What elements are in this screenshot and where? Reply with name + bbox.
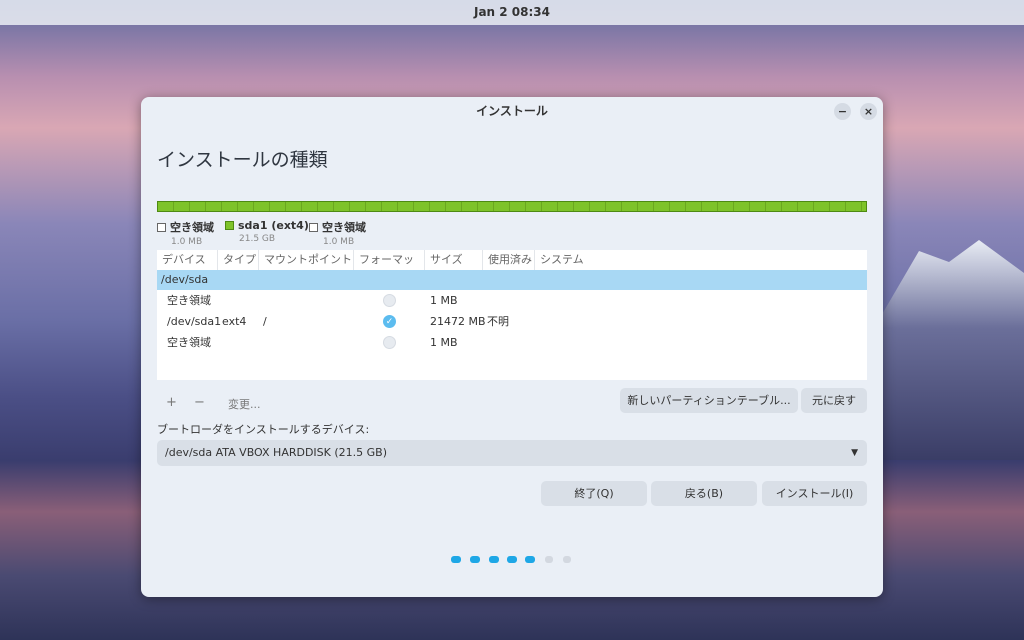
cell-size: 21472 MB — [430, 315, 486, 328]
legend-size: 21.5 GB — [239, 234, 276, 244]
col-mount[interactable]: マウントポイント — [259, 250, 354, 270]
swatch-icon — [157, 223, 166, 232]
legend-sda1: sda1 (ext4) 21.5 GB — [225, 219, 309, 244]
cell-size: 1 MB — [430, 336, 458, 349]
legend-label: sda1 (ext4) — [238, 219, 309, 232]
col-format[interactable]: フォーマット — [354, 250, 425, 286]
top-bar: Jan 2 08:34 — [0, 0, 1024, 25]
page-title: インストールの種類 — [157, 149, 328, 171]
table-row[interactable]: /dev/sda1 ext4 / ✓ 21472 MB 不明 — [157, 312, 867, 332]
col-device[interactable]: デバイス — [157, 250, 218, 270]
cell-size: 1 MB — [430, 294, 458, 307]
chevron-down-icon: ▼ — [851, 448, 858, 458]
step-dot-done — [507, 556, 517, 563]
add-partition-button[interactable]: + — [166, 395, 177, 410]
cell-device: 空き領域 — [167, 336, 211, 349]
clock[interactable]: Jan 2 08:34 — [474, 5, 550, 19]
install-button[interactable]: インストール(I) — [762, 481, 867, 506]
col-used[interactable]: 使用済み — [483, 250, 535, 270]
cell-mount: / — [263, 315, 267, 328]
swatch-icon — [225, 221, 234, 230]
cell-device: 空き領域 — [167, 294, 211, 307]
bootloader-device-select[interactable]: /dev/sda ATA VBOX HARDDISK (21.5 GB) ▼ — [157, 440, 867, 466]
cell-type: ext4 — [222, 315, 247, 328]
format-checkbox[interactable] — [383, 336, 396, 349]
cell-used: 不明 — [487, 315, 509, 328]
col-system[interactable]: システム — [535, 250, 867, 270]
close-button[interactable]: × — [860, 103, 877, 120]
bootloader-label: ブートローダをインストールするデバイス: — [157, 423, 370, 436]
change-partition-button[interactable]: 変更... — [228, 396, 261, 412]
partition-bar — [157, 201, 867, 212]
format-checked-icon[interactable]: ✓ — [383, 315, 396, 328]
back-button[interactable]: 戻る(B) — [651, 481, 757, 506]
legend-size: 1.0 MB — [171, 237, 203, 247]
legend-label: 空き領域 — [322, 221, 366, 234]
step-dot-current — [525, 556, 535, 563]
step-dot-done — [489, 556, 499, 563]
remove-partition-button[interactable]: − — [194, 395, 205, 410]
legend-label: 空き領域 — [170, 221, 214, 234]
step-dot-pending — [563, 556, 571, 563]
swatch-icon — [309, 223, 318, 232]
wallpaper-mountain — [874, 240, 1024, 460]
step-dot-done — [451, 556, 461, 563]
step-dot-pending — [545, 556, 553, 563]
revert-button[interactable]: 元に戻す — [801, 388, 867, 413]
legend-free-1: 空き領域 1.0 MB — [157, 219, 214, 247]
new-partition-table-button[interactable]: 新しいパーティションテーブル... — [620, 388, 798, 413]
window-title: インストール — [476, 104, 548, 118]
legend-free-2: 空き領域 1.0 MB — [309, 219, 366, 247]
col-type[interactable]: タイプ — [218, 250, 259, 270]
disk-row[interactable]: /dev/sda — [157, 270, 867, 290]
minimize-button[interactable]: − — [834, 103, 851, 120]
quit-button[interactable]: 終了(Q) — [541, 481, 647, 506]
bootloader-value: /dev/sda ATA VBOX HARDDISK (21.5 GB) — [165, 446, 388, 459]
partition-table: デバイス タイプ マウントポイント フォーマット サイズ 使用済み システム /… — [157, 250, 867, 380]
cell-device: /dev/sda1 — [167, 315, 222, 328]
step-dot-done — [470, 556, 480, 563]
disk-name: /dev/sda — [161, 273, 209, 286]
table-row[interactable]: 空き領域 1 MB — [157, 291, 867, 311]
format-checkbox[interactable] — [383, 294, 396, 307]
installer-window: インストール − × インストールの種類 空き領域 1.0 MB sda1 (ex… — [141, 97, 883, 597]
legend-size: 1.0 MB — [323, 237, 355, 247]
table-row[interactable]: 空き領域 1 MB — [157, 333, 867, 353]
col-size[interactable]: サイズ — [425, 250, 483, 270]
